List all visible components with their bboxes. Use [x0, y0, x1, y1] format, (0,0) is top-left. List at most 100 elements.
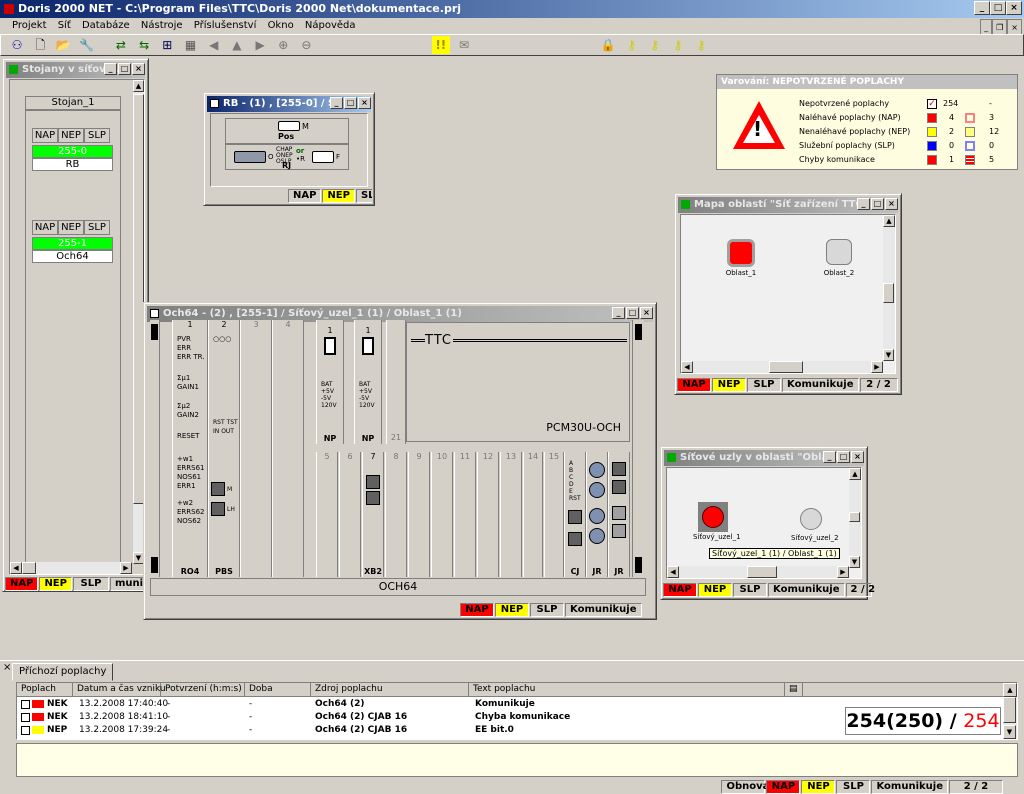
connect-icon[interactable]: ⇄	[112, 36, 130, 54]
key-1-icon[interactable]: ⚷	[623, 36, 641, 54]
close-button[interactable]: ×	[885, 198, 898, 210]
close-button[interactable]: ×	[1006, 1, 1022, 15]
minimize-button[interactable]: _	[330, 97, 343, 109]
close-button[interactable]: ×	[640, 307, 653, 319]
vertical-scrollbar[interactable]: ▲ ▼	[883, 215, 895, 361]
area-1[interactable]: Oblast_1	[721, 239, 761, 277]
col-datum[interactable]: Datum a čas vzniku	[73, 683, 166, 696]
key-3-icon[interactable]: ⚷	[669, 36, 687, 54]
col-zdroj[interactable]: Zdroj poplachu	[311, 683, 469, 696]
close-button[interactable]: ×	[132, 63, 145, 75]
card-np-2[interactable]: 1 BAT +5V -5V 120V NP	[354, 320, 382, 444]
network-icon[interactable]: ⚇	[8, 36, 26, 54]
table-row[interactable]: NEK 13.2.2008 17:40:40 - - Och64 (2) Kom…	[19, 698, 839, 711]
table-row[interactable]: NEP 13.2.2008 17:39:24 - - Och64 (2) CJA…	[19, 724, 839, 737]
menu-prislusenstvi[interactable]: Příslušenství	[194, 20, 257, 31]
node-2[interactable]: Síťový_uzel_2	[791, 508, 839, 542]
status-obnova[interactable]: Obnova	[721, 780, 769, 794]
slot-6[interactable]: 6	[339, 452, 361, 577]
minimize-button[interactable]: _	[823, 451, 836, 463]
col-doba[interactable]: Doba	[245, 683, 311, 696]
jack-icon	[612, 480, 626, 494]
arrow-up-icon[interactable]: ▲	[228, 36, 246, 54]
status-kom: Komunikuje	[768, 583, 845, 597]
arrow-left-icon[interactable]: ◀	[205, 36, 223, 54]
menu-nastroje[interactable]: Nástroje	[141, 20, 183, 31]
minimize-button[interactable]: _	[104, 63, 117, 75]
slot-14[interactable]: 14	[523, 452, 543, 577]
slot-8[interactable]: 8	[385, 452, 407, 577]
open-folder-icon[interactable]: 📂	[54, 36, 72, 54]
och-footer: OCH64	[150, 578, 646, 596]
col-text[interactable]: Text poplachu	[469, 683, 785, 696]
panel-close-icon[interactable]: ×	[3, 662, 11, 673]
status-nep: NEP	[801, 780, 836, 794]
zoom-in-icon[interactable]: ⊕	[274, 36, 292, 54]
horizontal-scrollbar[interactable]: ◀ ▶	[667, 566, 849, 578]
slot-13[interactable]: 13	[500, 452, 522, 577]
maximize-button[interactable]: □	[118, 63, 131, 75]
message-icon[interactable]: ✉	[455, 36, 473, 54]
menu-projekt[interactable]: Projekt	[12, 20, 47, 31]
col-potvrzeni[interactable]: Potvrzení (h:m:s)	[161, 683, 245, 696]
table-row[interactable]: NEK 13.2.2008 18:41:10 - - Och64 (2) CJA…	[19, 711, 839, 724]
unit-address: 255-1	[32, 237, 113, 250]
slot-15[interactable]: 15	[544, 452, 564, 577]
card-cj[interactable]: A B C D E RST CJ	[564, 452, 586, 577]
area-2[interactable]: Oblast_2	[819, 239, 859, 277]
close-button[interactable]: ×	[851, 451, 864, 463]
status-slp: SLP	[733, 583, 767, 597]
node-1[interactable]: Síťový_uzel_1	[693, 502, 741, 541]
maximize-button[interactable]: □	[990, 1, 1006, 15]
card-jr-1[interactable]: JR	[586, 452, 608, 577]
minimize-button[interactable]: _	[612, 307, 625, 319]
slot-4[interactable]: 4	[272, 320, 304, 577]
menu-okno[interactable]: Okno	[268, 20, 294, 31]
tab-prichozi[interactable]: Příchozí poplachy	[12, 663, 114, 681]
menu-databaze[interactable]: Databáze	[82, 20, 130, 31]
card-np-1[interactable]: 1 BAT +5V -5V 120V NP	[316, 320, 344, 444]
col-poplach[interactable]: Poplach	[17, 683, 73, 696]
warning-row: Služební poplachy (SLP) 0 0	[799, 141, 995, 151]
card-ro4[interactable]: 1 PVR ERR ERR TR. Σμ1 GAIN1 Σμ2 GAIN2 RESET …	[172, 320, 208, 577]
menu-napoveda[interactable]: Nápověda	[305, 20, 356, 31]
minimize-button[interactable]: _	[974, 1, 990, 15]
close-button[interactable]: ×	[358, 97, 371, 109]
menu-sit[interactable]: Síť	[58, 20, 71, 31]
unit-rb[interactable]: NAP NEP SLP 255-0 RB	[32, 128, 116, 171]
slot-12[interactable]: 12	[477, 452, 499, 577]
slot-5[interactable]: 5	[316, 452, 338, 577]
zoom-out-icon[interactable]: ⊖	[297, 36, 315, 54]
new-file-icon[interactable]: 🗋	[31, 36, 49, 54]
maximize-button[interactable]: □	[837, 451, 850, 463]
maximize-button[interactable]: □	[626, 307, 639, 319]
grid-icon[interactable]: ▦	[182, 36, 200, 54]
transfer-icon[interactable]: ⇆	[135, 36, 153, 54]
table-options-icon[interactable]: ▤	[785, 683, 803, 696]
alarm-ack-icon[interactable]: !!	[431, 36, 450, 54]
horizontal-scrollbar[interactable]: ◀ ▶	[681, 361, 883, 373]
slot-11[interactable]: 11	[454, 452, 476, 577]
slot-3[interactable]: 3	[240, 320, 272, 577]
card-jr-2[interactable]: JR	[608, 452, 630, 577]
slot-10[interactable]: 10	[431, 452, 453, 577]
vertical-scrollbar[interactable]: ▲ ▼	[849, 468, 861, 568]
tree-icon[interactable]: ⊞	[158, 36, 176, 54]
slot-9[interactable]: 9	[408, 452, 430, 577]
warning-row: Nenaléhavé poplachy (NEP) 2 12	[799, 127, 1000, 137]
wrench-icon[interactable]: 🔧	[78, 36, 96, 54]
arrow-right-icon[interactable]: ▶	[251, 36, 269, 54]
maximize-button[interactable]: □	[344, 97, 357, 109]
card-pbs[interactable]: 2 ○○○ RST TST IN OUT M LH PBS	[208, 320, 240, 577]
maximize-button[interactable]: □	[871, 198, 884, 210]
card-xb2[interactable]: 7 XB2	[362, 452, 384, 577]
lock-icon[interactable]: 🔒	[599, 36, 617, 54]
key-2-icon[interactable]: ⚷	[646, 36, 664, 54]
key-4-icon[interactable]: ⚷	[692, 36, 710, 54]
unit-och64[interactable]: NAP NEP SLP 255-1 Och64	[32, 220, 116, 263]
warning-panel: Varování: NEPOTVRZENÉ POPLACHY ! Nepotvr…	[716, 74, 1018, 170]
minimize-button[interactable]: _	[857, 198, 870, 210]
vertical-scrollbar[interactable]: ▲ ▼	[1003, 683, 1017, 739]
slot-21[interactable]: 21	[386, 320, 406, 444]
horizontal-scrollbar[interactable]: ◀ ▶	[10, 562, 132, 574]
